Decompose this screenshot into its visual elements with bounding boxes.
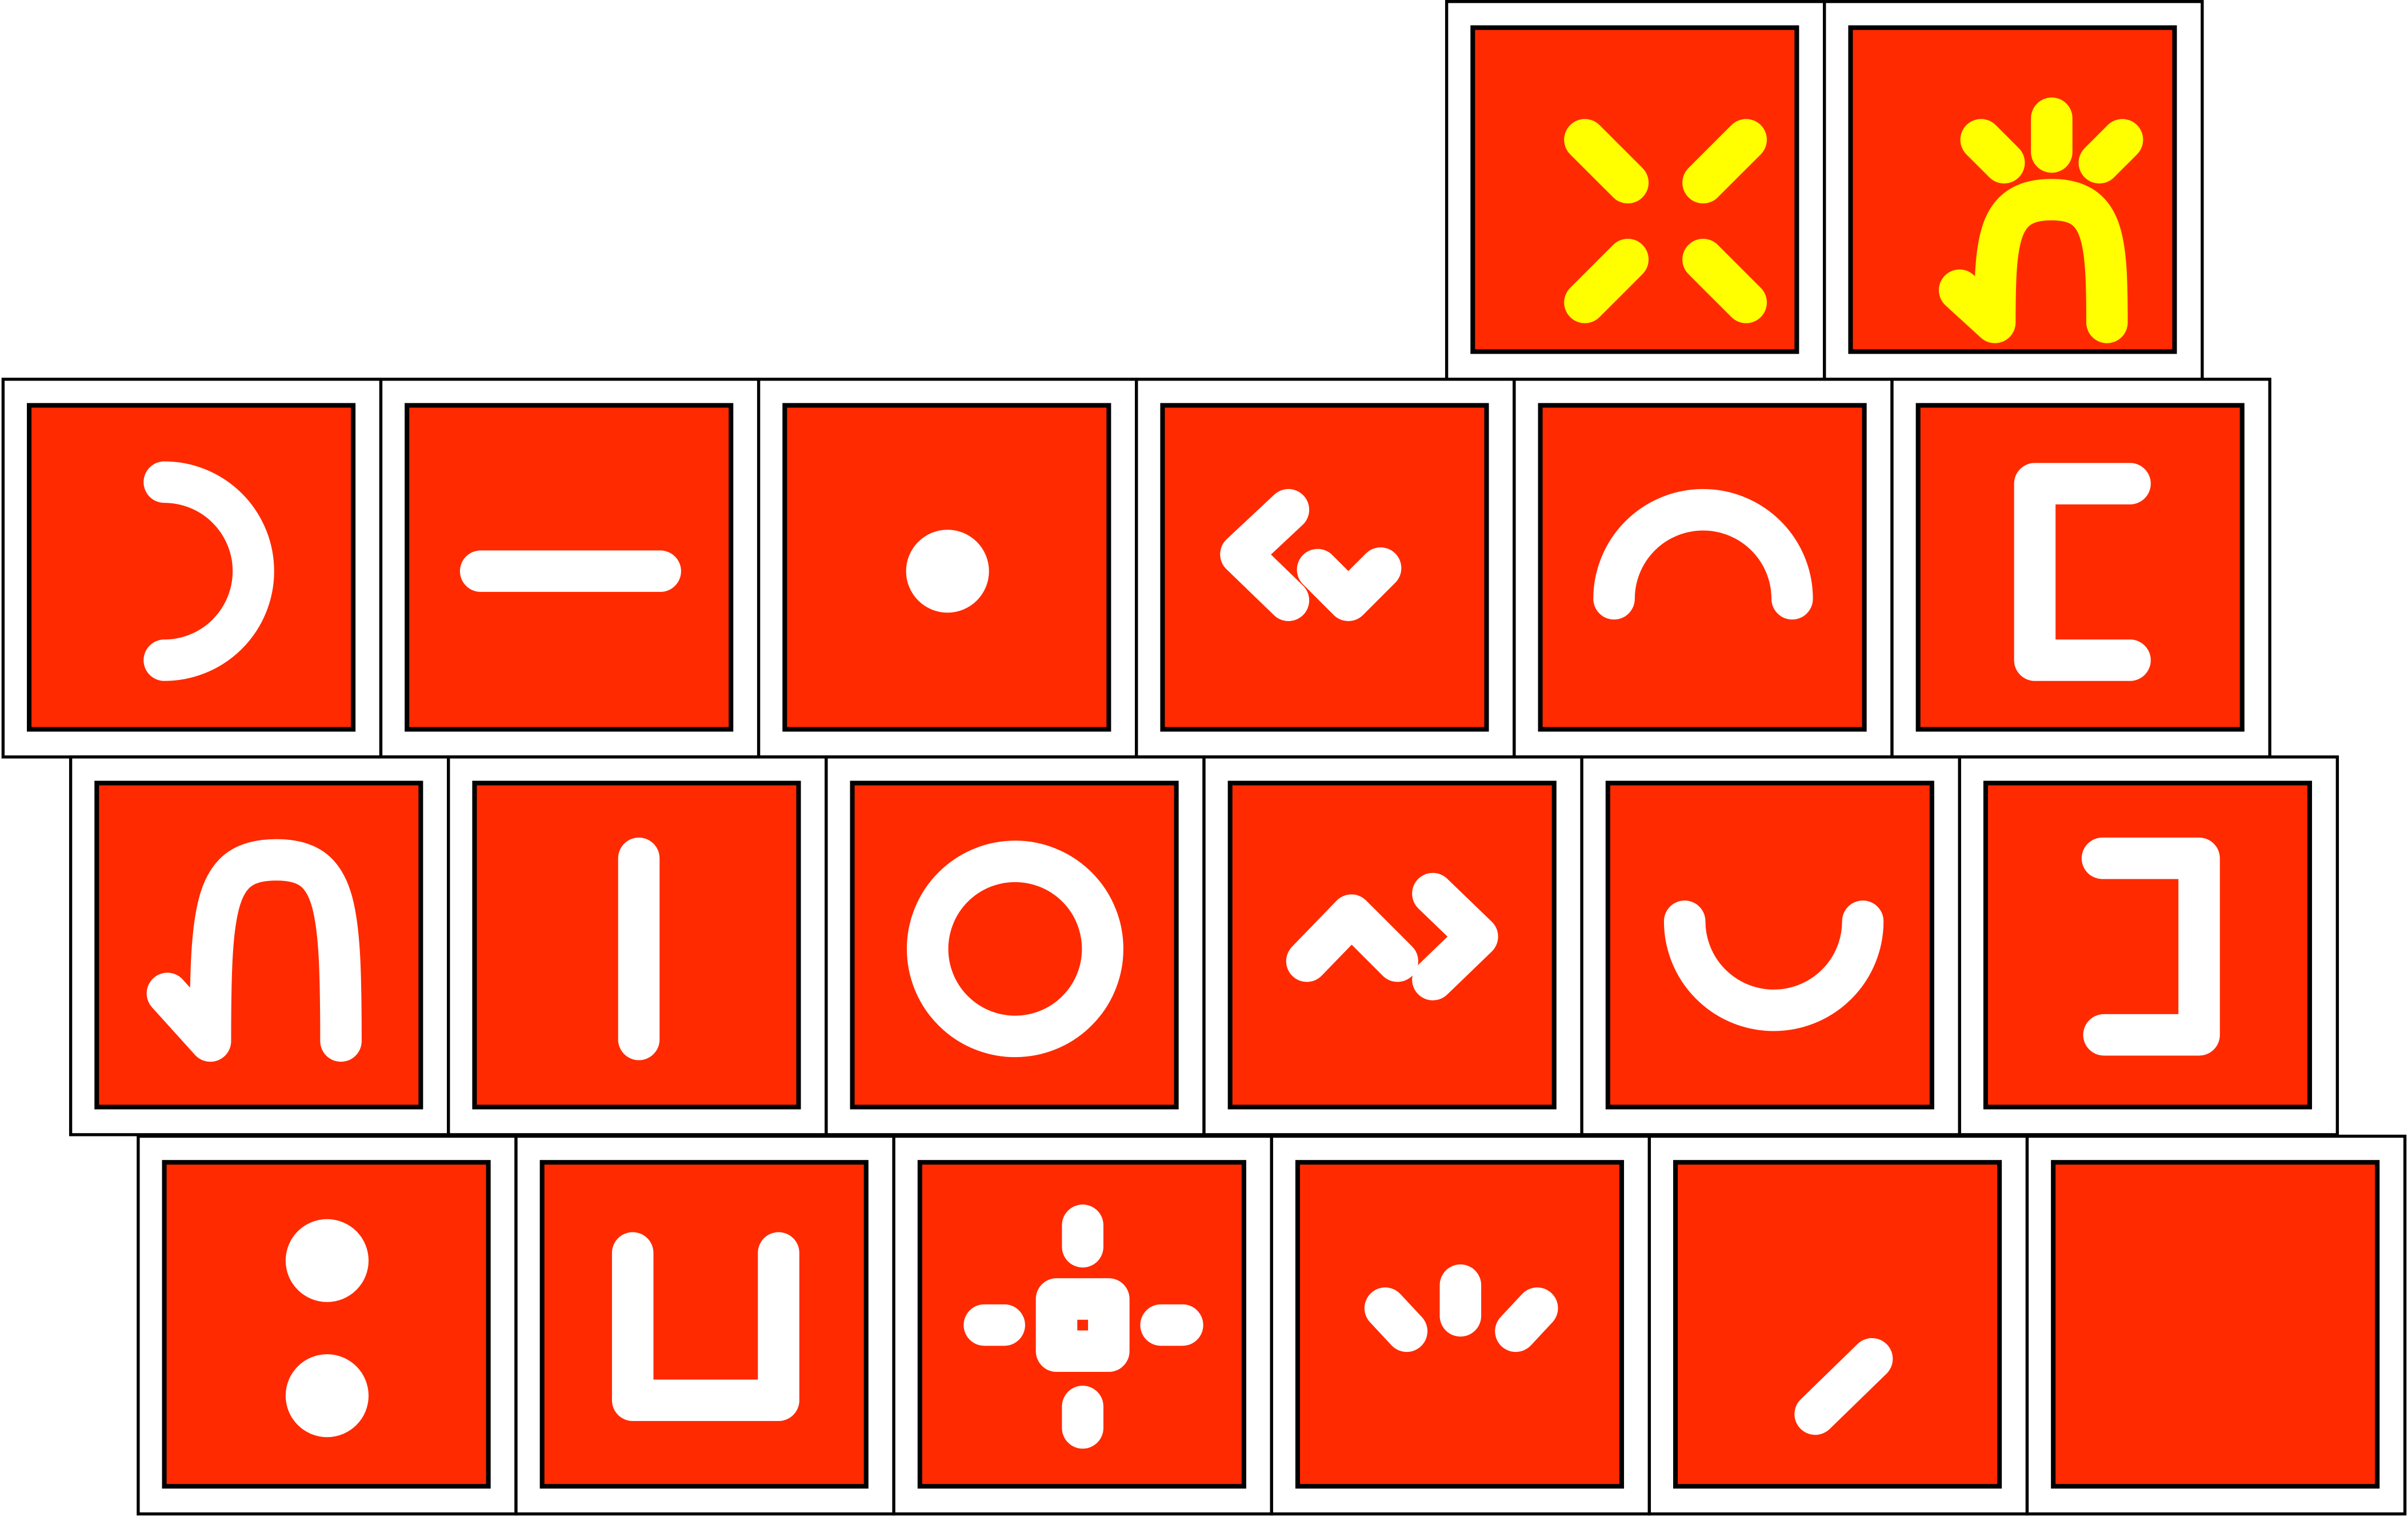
key-tile[interactable] — [757, 378, 1138, 759]
key-tile[interactable] — [137, 1134, 518, 1516]
key-tile[interactable] — [69, 755, 450, 1136]
key-tile[interactable] — [825, 755, 1206, 1136]
key-face — [850, 780, 1179, 1110]
key-face — [1538, 403, 1867, 732]
key-tile[interactable] — [1445, 0, 1826, 381]
key-tile[interactable] — [1513, 378, 1894, 759]
key-tile[interactable] — [447, 755, 828, 1136]
key-face — [27, 403, 356, 732]
key-tile[interactable] — [1890, 378, 2271, 759]
key-tile[interactable] — [514, 1134, 895, 1516]
key-tile[interactable] — [1580, 755, 1961, 1136]
key-tile[interactable] — [1135, 378, 1516, 759]
key-tile[interactable] — [1647, 1134, 2029, 1516]
dot-icon — [906, 530, 989, 613]
key-face — [2051, 1160, 2380, 1489]
key-face — [1983, 780, 2313, 1110]
key-tile[interactable] — [1202, 755, 1583, 1136]
key-face — [1605, 780, 1934, 1110]
key-tile[interactable] — [892, 1134, 1273, 1516]
glyph-keyboard — [1, 0, 2407, 1516]
key-tile[interactable] — [1958, 755, 2339, 1136]
key-tile[interactable] — [1823, 0, 2204, 381]
key-tile[interactable] — [2025, 1134, 2407, 1516]
key-face — [1673, 1160, 2002, 1489]
key-tile[interactable] — [1270, 1134, 1651, 1516]
key-face — [94, 780, 423, 1110]
key-face — [539, 1160, 869, 1489]
key-tile[interactable] — [1, 378, 383, 759]
key-face — [162, 1160, 491, 1489]
key-tile[interactable] — [379, 378, 761, 759]
